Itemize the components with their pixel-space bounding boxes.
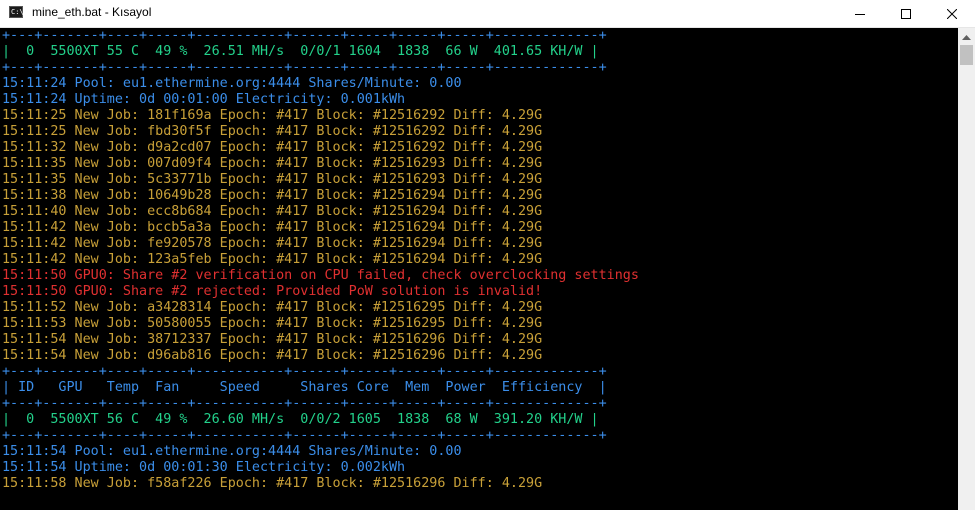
console-line-job: 15:11:52 New Job: a3428314 Epoch: #417 B… <box>2 300 543 315</box>
console-line-job: 15:11:42 New Job: bccb5a3a Epoch: #417 B… <box>2 220 543 235</box>
maximize-button[interactable] <box>883 0 929 27</box>
maximize-icon <box>901 8 911 19</box>
console-line-job: 15:11:54 New Job: d96ab816 Epoch: #417 B… <box>2 348 543 363</box>
console-line-job: 15:11:42 New Job: fe920578 Epoch: #417 B… <box>2 236 543 251</box>
close-icon <box>947 8 957 19</box>
console-line-border: +---+-------+----+-----+-----------+----… <box>2 396 607 411</box>
console-line-job: 15:11:53 New Job: 50580055 Epoch: #417 B… <box>2 316 543 331</box>
console-line-info: 15:11:54 Pool: eu1.ethermine.org:4444 Sh… <box>2 444 462 459</box>
console-output[interactable]: +---+-------+----+-----+-----------+----… <box>2 28 957 510</box>
chevron-up-icon <box>962 34 971 40</box>
minimize-button[interactable] <box>837 0 883 27</box>
console-line-border: +---+-------+----+-----+-----------+----… <box>2 428 607 443</box>
console-line-job: 15:11:35 New Job: 5c33771b Epoch: #417 B… <box>2 172 543 187</box>
console-line-job: 15:11:42 New Job: 123a5feb Epoch: #417 B… <box>2 252 543 267</box>
console-line-job: 15:11:25 New Job: fbd30f5f Epoch: #417 B… <box>2 124 543 139</box>
scroll-thumb[interactable] <box>960 45 973 65</box>
console-icon[interactable]: C:\ <box>9 6 24 18</box>
console-line-job: 15:11:38 New Job: 10649b28 Epoch: #417 B… <box>2 188 543 203</box>
title-bar: C:\ mine_eth.bat - Kısayol <box>0 0 975 28</box>
console-line-border: +---+-------+----+-----+-----------+----… <box>2 28 607 43</box>
minimize-icon <box>855 13 865 15</box>
console-line-info: 15:11:24 Uptime: 0d 00:01:00 Electricity… <box>2 92 406 107</box>
console-line-job: 15:11:40 New Job: ecc8b684 Epoch: #417 B… <box>2 204 543 219</box>
console-line-job: 15:11:25 New Job: 181f169a Epoch: #417 B… <box>2 108 543 123</box>
console-line-job: 15:11:32 New Job: d9a2cd07 Epoch: #417 B… <box>2 140 543 155</box>
window-title: mine_eth.bat - Kısayol <box>32 5 152 19</box>
console-line-info: 15:11:54 Uptime: 0d 00:01:30 Electricity… <box>2 460 406 475</box>
console-line-header: | ID GPU Temp Fan Speed Shares Core Mem … <box>2 380 607 395</box>
vertical-scrollbar[interactable] <box>958 28 975 510</box>
console-line-gpu: | 0 5500XT 56 C 49 % 26.60 MH/s 0/0/2 16… <box>2 412 599 427</box>
console-line-gpu: | 0 5500XT 55 C 49 % 26.51 MH/s 0/0/1 16… <box>2 44 599 59</box>
console-line-info: 15:11:24 Pool: eu1.ethermine.org:4444 Sh… <box>2 76 462 91</box>
console-line-border: +---+-------+----+-----+-----------+----… <box>2 364 607 379</box>
console-line-error: 15:11:50 GPU0: Share #2 verification on … <box>2 268 639 283</box>
scroll-up-button[interactable] <box>958 28 975 45</box>
console-line-job: 15:11:54 New Job: 38712337 Epoch: #417 B… <box>2 332 543 347</box>
console-line-border: +---+-------+----+-----+-----------+----… <box>2 60 607 75</box>
console-line-job: 15:11:35 New Job: 007d09f4 Epoch: #417 B… <box>2 156 543 171</box>
console-line-job: 15:11:58 New Job: f58af226 Epoch: #417 B… <box>2 476 543 491</box>
console-line-error: 15:11:50 GPU0: Share #2 rejected: Provid… <box>2 284 543 299</box>
close-button[interactable] <box>929 0 975 27</box>
